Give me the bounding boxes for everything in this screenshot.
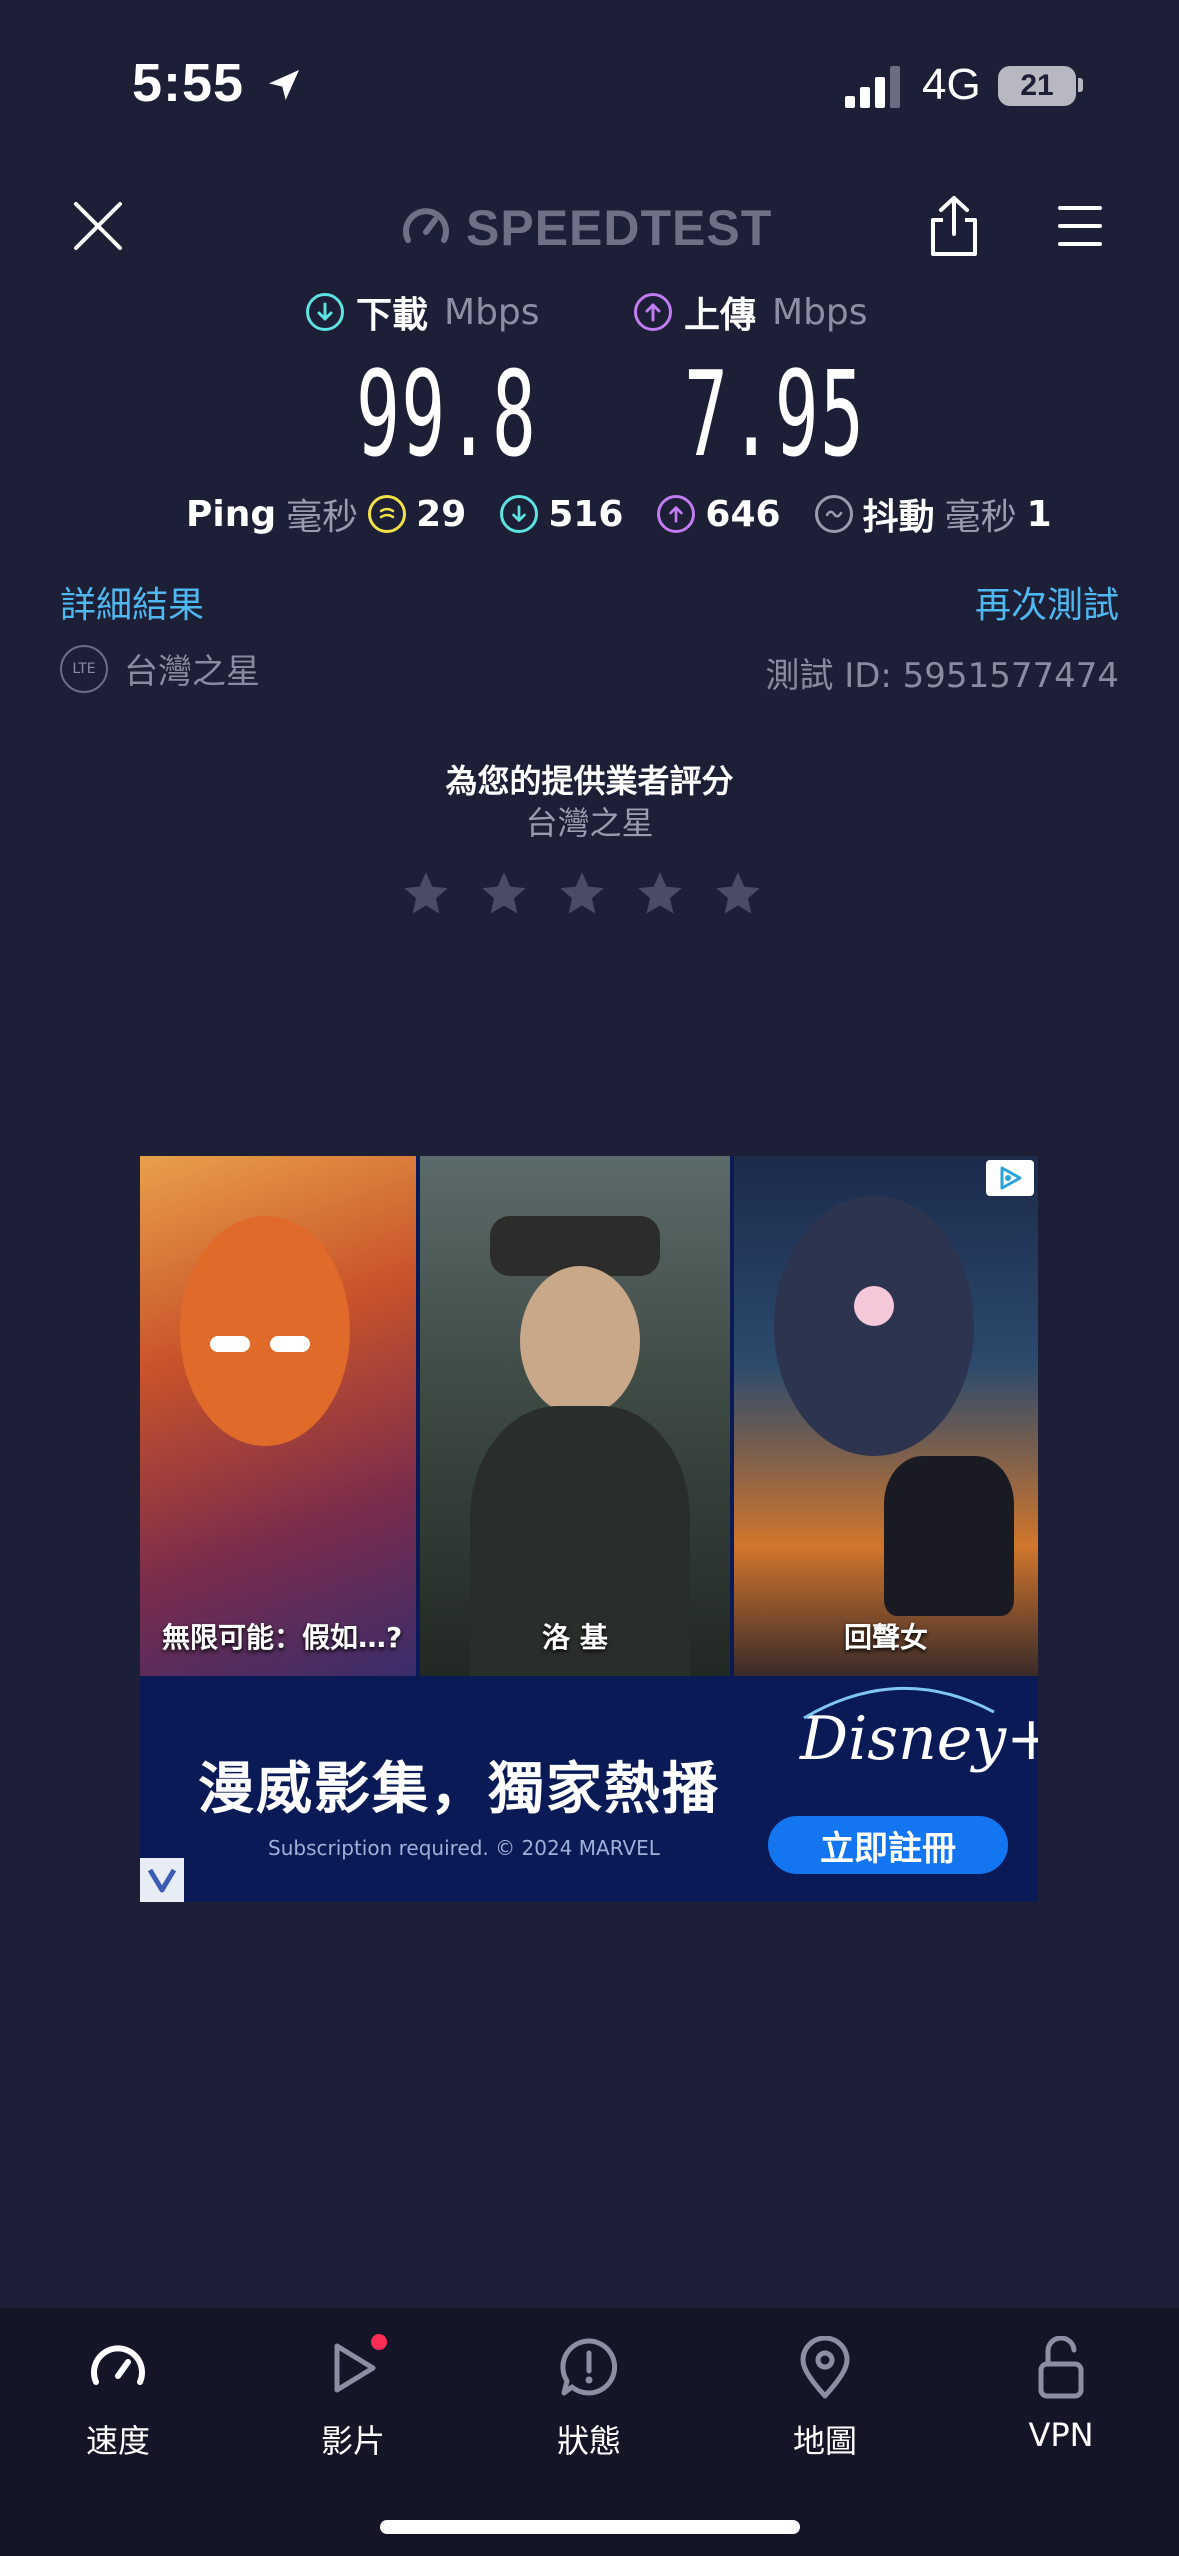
upload-unit: Mbps: [772, 291, 868, 333]
latency-row: Ping 毫秒 29 516 646 抖動 毫秒 1: [186, 484, 1052, 544]
download-speed-value: 99.8: [356, 345, 538, 483]
star-rating: [400, 868, 764, 920]
tab-vpn[interactable]: VPN: [981, 2330, 1141, 2454]
ad-poster-3-title: 回聲女: [843, 1621, 928, 1654]
tab-speed-label: 速度: [85, 2422, 150, 2460]
ad-poster-1: 無限可能：假如…?: [140, 1156, 416, 1676]
gauge-logo-icon: [403, 208, 449, 243]
ad-slogan: 漫威影集，獨家熱播: [198, 1756, 720, 1822]
star-1-icon[interactable]: [400, 868, 452, 920]
retest-link[interactable]: 再次測試: [975, 576, 1119, 628]
speedometer-icon: [91, 2345, 145, 2385]
tab-map[interactable]: 地圖: [745, 2330, 905, 2462]
menu-button[interactable]: [1044, 190, 1116, 262]
battery-nub: [1078, 78, 1083, 92]
ping-idle-value: 29: [416, 493, 467, 535]
home-indicator[interactable]: [380, 2520, 800, 2534]
share-icon: [931, 196, 977, 256]
ad-poster-1-title: 無限可能：假如…?: [162, 1621, 403, 1654]
star-5-icon[interactable]: [712, 868, 764, 920]
ping-unit: 毫秒: [286, 497, 359, 538]
ad-figure-3-head: [774, 1196, 974, 1456]
ping-download-value: 516: [548, 493, 624, 535]
ping-label: Ping: [186, 493, 277, 535]
lte-badge-icon: LTE: [60, 644, 108, 693]
share-button[interactable]: [918, 190, 990, 262]
tab-speed[interactable]: 速度: [38, 2330, 198, 2462]
disney-arc-icon: [803, 1686, 995, 1720]
ad-figure-2-face: [520, 1266, 640, 1416]
download-unit: Mbps: [444, 291, 540, 333]
network-type: 4G: [922, 60, 981, 109]
star-3-icon[interactable]: [556, 868, 608, 920]
jitter-label: 抖動: [862, 497, 935, 538]
ad-figure-3-glow: [854, 1286, 894, 1326]
ad-figure-3-rider: [884, 1456, 1014, 1616]
close-button[interactable]: [62, 190, 134, 262]
download-label-text: 下載: [356, 295, 429, 336]
download-arrow-icon: [306, 293, 344, 331]
details-link[interactable]: 詳細結果: [60, 576, 204, 628]
ad-choices-icon[interactable]: [986, 1160, 1034, 1196]
rating-title: 為您的提供業者評分: [445, 762, 734, 800]
carrier-name: 台灣之星: [124, 652, 260, 692]
upload-label-text: 上傳: [684, 295, 757, 336]
rating-carrier: 台灣之星: [525, 804, 654, 842]
ping-download: 516: [500, 494, 623, 535]
ad-fine-print: Subscription required. © 2024 MARVEL: [268, 1836, 660, 1860]
jitter-value: 1: [1026, 493, 1052, 535]
tab-map-label: 地圖: [792, 2422, 857, 2460]
alert-bubble-icon: [560, 2338, 618, 2396]
ad-poster-3: 回聲女: [734, 1156, 1038, 1676]
ad-figure-1: [180, 1216, 350, 1446]
tab-video[interactable]: 影片: [273, 2330, 433, 2462]
carrier-info: LTE 台灣之星: [60, 644, 260, 693]
test-id: 測試 ID: 5951577474: [765, 656, 1119, 696]
ad-poster-2-title: 洛 基: [542, 1621, 608, 1654]
tab-vpn-label: VPN: [1028, 2416, 1094, 2454]
ad-signup-button[interactable]: 立即註冊: [768, 1816, 1008, 1874]
close-icon: [74, 202, 122, 250]
advertisement-banner[interactable]: 無限可能：假如…? 洛 基 回聲女 漫威影集，獨家熱播 Subscription…: [140, 1156, 1038, 1902]
upload-speed-value: 7.95: [684, 345, 866, 483]
notification-badge: [371, 2334, 387, 2350]
ad-poster-2: 洛 基: [420, 1156, 730, 1676]
ping-idle-icon: [368, 495, 407, 533]
star-4-icon[interactable]: [634, 868, 686, 920]
jitter: 抖動 毫秒 1: [814, 488, 1052, 540]
tab-status[interactable]: 狀態: [509, 2330, 669, 2462]
cellular-signal-icon: [845, 66, 900, 108]
ping-upload-icon: [657, 495, 696, 533]
tab-status-label: 狀態: [556, 2422, 621, 2460]
download-label: 下載 Mbps: [306, 284, 540, 340]
jitter-icon: [814, 495, 853, 533]
brand-text: SPEEDTEST: [466, 200, 773, 256]
status-time: 5:55: [132, 52, 304, 114]
jitter-unit: 毫秒: [944, 497, 1017, 538]
star-2-icon[interactable]: [478, 868, 530, 920]
ping-upload: 646: [657, 493, 781, 535]
upload-arrow-icon: [634, 293, 672, 331]
tab-video-label: 影片: [320, 2422, 385, 2460]
ad-figure-1-eye: [210, 1336, 250, 1352]
map-pin-icon: [800, 2336, 850, 2399]
ad-brand-logo: Disney+: [800, 1686, 1038, 1774]
ad-network-icon: [140, 1858, 184, 1902]
ad-figure-1-eye: [270, 1336, 310, 1352]
speedtest-logo: SPEEDTEST: [400, 200, 772, 256]
ping-idle: 29: [368, 494, 466, 535]
ping-upload-value: 646: [705, 493, 781, 535]
ping-download-icon: [500, 495, 539, 533]
lock-open-icon: [1038, 2336, 1084, 2399]
location-arrow-icon: [269, 70, 300, 100]
hamburger-menu-icon: [1058, 206, 1102, 246]
battery-indicator: 21: [998, 66, 1076, 106]
upload-label: 上傳 Mbps: [634, 284, 868, 340]
